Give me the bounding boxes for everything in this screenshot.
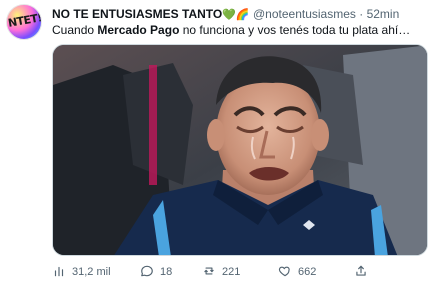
- timestamp[interactable]: 52min: [367, 7, 400, 21]
- tweet[interactable]: NTET! NO TE ENTUSIASMES TANTO💚🌈 @noteent…: [0, 0, 440, 292]
- reply-bubble-icon: [140, 264, 154, 281]
- heart-icon: [278, 264, 292, 281]
- share-upload-icon: [354, 264, 368, 281]
- header-separator: ·: [359, 7, 364, 21]
- views-bar-chart-icon: [52, 264, 66, 281]
- tweet-text: Cuando Mercado Pago no funciona y vos te…: [52, 22, 434, 38]
- handle[interactable]: @noteentusiasmes: [253, 7, 356, 21]
- name-emojis: 💚🌈: [222, 9, 250, 21]
- tweet-header: NO TE ENTUSIASMES TANTO💚🌈 @noteentusiasm…: [52, 6, 434, 22]
- tweet-media-image[interactable]: [52, 44, 428, 256]
- crying-man-photo: [53, 45, 427, 255]
- avatar[interactable]: NTET!: [6, 4, 42, 40]
- tweet-text-bold: Mercado Pago: [97, 23, 180, 37]
- share-action[interactable]: [354, 263, 368, 281]
- views-action[interactable]: 31,2 mil: [52, 263, 111, 281]
- display-name[interactable]: NO TE ENTUSIASMES TANTO: [52, 7, 222, 21]
- reply-count: 18: [160, 266, 173, 278]
- tweet-text-after: no funciona y vos tenés toda tu plata ah…: [179, 23, 411, 37]
- like-action[interactable]: 662: [278, 263, 316, 281]
- retweet-icon: [202, 264, 216, 281]
- retweet-count: 221: [222, 266, 241, 278]
- tweet-text-before: Cuando: [52, 23, 98, 37]
- action-bar: 31,2 mil 18 221 662: [52, 263, 428, 281]
- retweet-action[interactable]: 221: [202, 263, 240, 281]
- reply-action[interactable]: 18: [140, 263, 172, 281]
- views-count: 31,2 mil: [72, 266, 111, 278]
- like-count: 662: [298, 266, 317, 278]
- avatar-logo-text: NTET!: [7, 11, 42, 30]
